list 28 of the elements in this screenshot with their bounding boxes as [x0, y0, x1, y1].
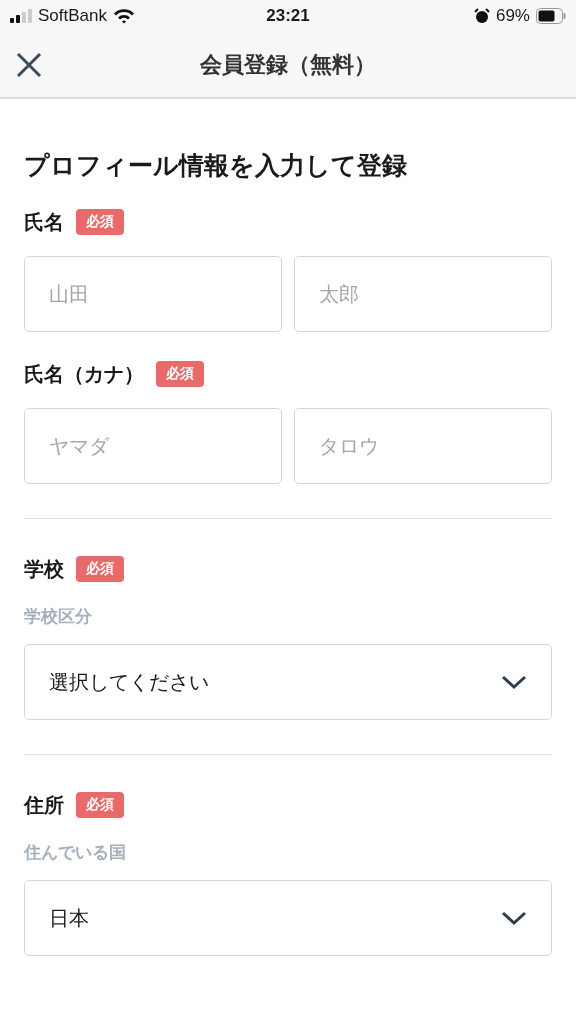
clock-time: 23:21 [266, 6, 310, 26]
chevron-down-icon [501, 910, 527, 926]
form-heading: プロフィール情報を入力して登録 [24, 150, 408, 182]
field-label: 住所 [24, 791, 64, 819]
chevron-down-icon [501, 674, 527, 690]
required-badge: 必須 [76, 209, 124, 235]
signal-icon [10, 9, 32, 23]
required-badge: 必須 [156, 361, 204, 387]
required-badge: 必須 [76, 792, 124, 818]
required-badge: 必須 [76, 556, 124, 582]
battery-percent: 69% [495, 6, 530, 26]
wifi-icon [113, 8, 135, 24]
field-label: 氏名 [24, 208, 64, 236]
page-title: 会員登録（無料） [200, 50, 376, 79]
carrier-name: SoftBank [38, 6, 107, 26]
field-label: 学校 [24, 555, 64, 583]
field-sublabel: 住んでいる国 [24, 841, 127, 864]
close-icon[interactable] [16, 52, 42, 78]
input-field[interactable]: タロウ [294, 408, 552, 484]
input-field[interactable]: ヤマダ [24, 408, 282, 484]
input-field[interactable]: 山田 [24, 256, 282, 332]
field-sublabel: 学校区分 [24, 605, 93, 628]
input-field[interactable]: 太郎 [294, 256, 552, 332]
field-label: 氏名（カナ） [24, 360, 144, 388]
battery-icon [536, 8, 566, 24]
select-field[interactable]: 選択してください [24, 644, 552, 720]
select-field[interactable]: 日本 [24, 880, 552, 956]
alarm-icon [473, 8, 490, 24]
